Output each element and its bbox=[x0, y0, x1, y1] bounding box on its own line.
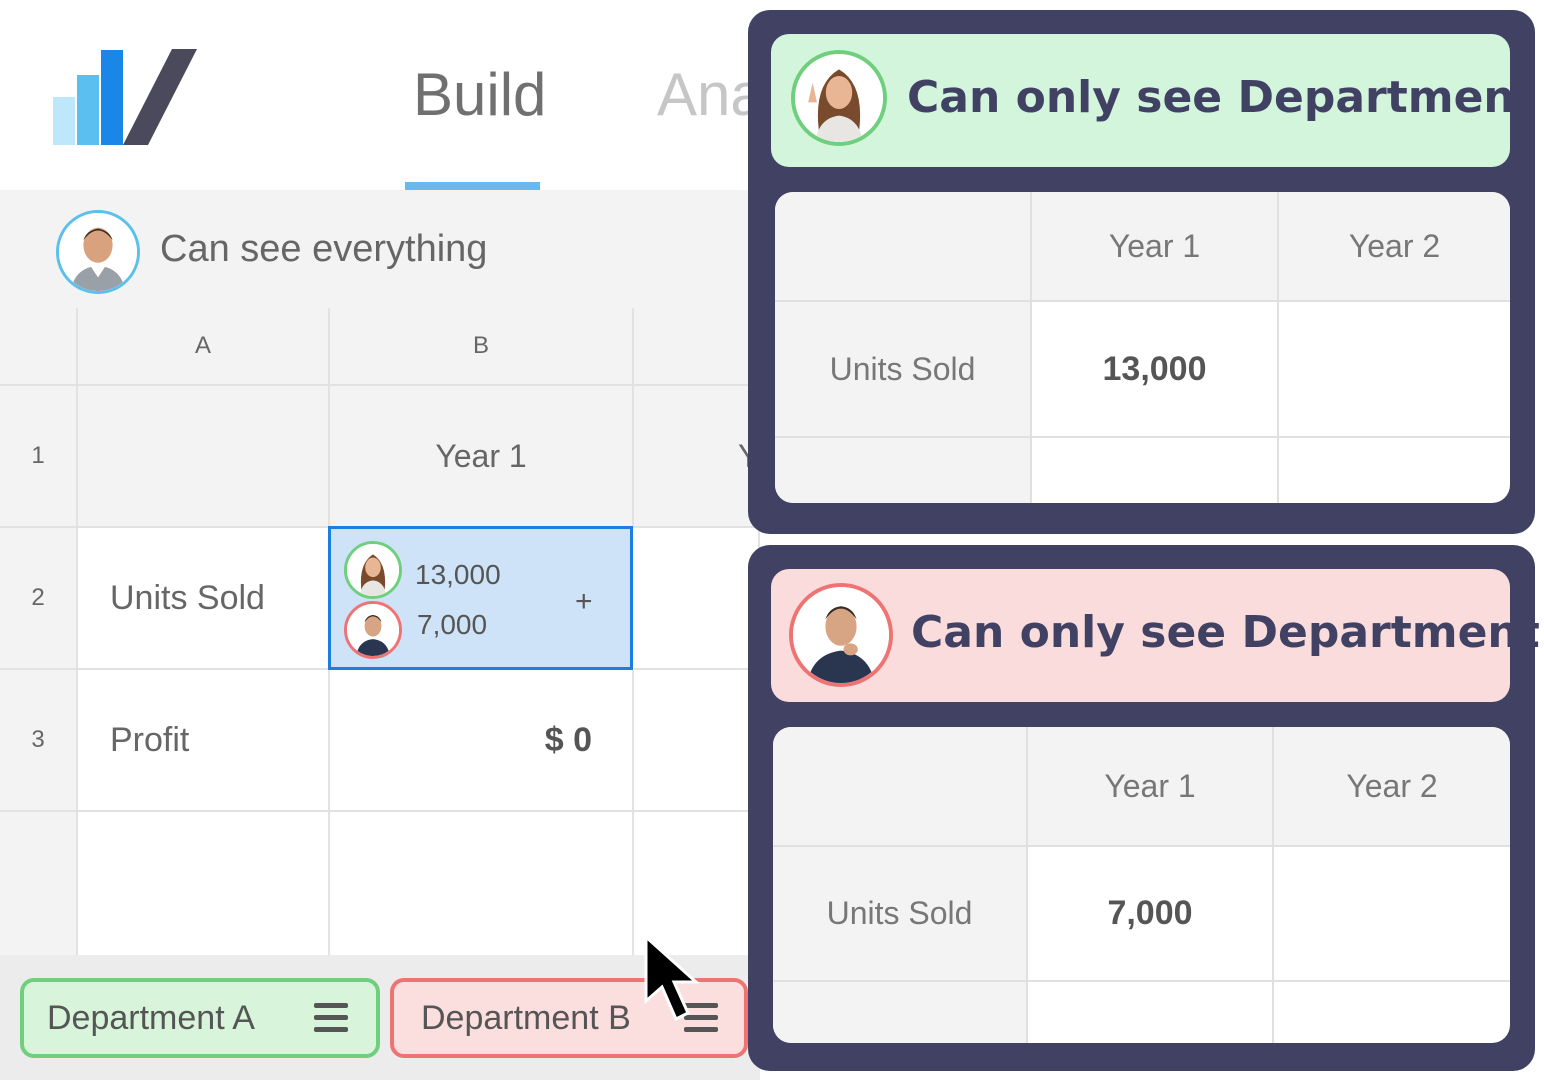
popup-title: Can only see Department A bbox=[907, 72, 1544, 123]
row-header-1[interactable]: 1 bbox=[0, 386, 78, 528]
add-split-button[interactable]: + bbox=[575, 585, 593, 619]
sheet-tab-label: Department B bbox=[421, 998, 631, 1037]
woman-avatar-icon bbox=[795, 54, 883, 142]
cell-a4[interactable] bbox=[78, 812, 330, 957]
popup-header-b: Can only see Department B bbox=[771, 569, 1544, 702]
popup-row-label: Units Sold bbox=[775, 302, 1032, 438]
sheet-tab-department-a[interactable]: Department A bbox=[20, 978, 380, 1058]
owner-permission-label: Can see everything bbox=[160, 228, 488, 270]
tab-build[interactable]: Build bbox=[413, 60, 546, 129]
cell-b3[interactable]: $ 0 bbox=[330, 670, 634, 812]
corner-cell[interactable] bbox=[0, 308, 78, 386]
popup-header-year-1: Year 1 bbox=[1032, 192, 1279, 302]
dept-b-viewer-avatar bbox=[789, 583, 893, 687]
popup-corner-cell bbox=[775, 192, 1032, 302]
app-logo[interactable] bbox=[50, 45, 200, 150]
sheet-tab-label: Department A bbox=[47, 998, 255, 1037]
cell-c3[interactable] bbox=[634, 670, 760, 812]
popup-header-year-2: Year 2 bbox=[1274, 727, 1510, 847]
popup-value-year-1: 7,000 bbox=[1028, 847, 1274, 982]
popup-empty-cell bbox=[773, 982, 1028, 1043]
dept-b-value: 7,000 bbox=[417, 609, 488, 640]
man-thinking-avatar-icon bbox=[793, 587, 889, 683]
row-header-3[interactable]: 3 bbox=[0, 670, 78, 812]
popup-value-year-1: 13,000 bbox=[1032, 302, 1279, 438]
popup-table-a: Year 1 Year 2 Units Sold 13,000 bbox=[775, 192, 1510, 503]
cell-a1[interactable] bbox=[78, 386, 330, 528]
arrow-pointer-icon bbox=[644, 933, 700, 1022]
popup-empty-cell bbox=[1274, 982, 1510, 1043]
column-header-c[interactable] bbox=[634, 308, 760, 386]
column-header-b[interactable]: B bbox=[330, 308, 634, 386]
popup-row-label: Units Sold bbox=[773, 847, 1028, 982]
row-header-4[interactable] bbox=[0, 812, 78, 957]
cell-b4[interactable] bbox=[330, 812, 634, 957]
popup-header-year-2: Year 2 bbox=[1279, 192, 1510, 302]
woman-avatar-icon bbox=[347, 544, 399, 596]
cell-a2[interactable]: Units Sold bbox=[78, 528, 330, 670]
cell-b1[interactable]: Year 1 bbox=[330, 386, 634, 528]
popup-empty-cell bbox=[775, 438, 1032, 503]
row-header-2[interactable]: 2 bbox=[0, 528, 78, 670]
popup-header-year-1: Year 1 bbox=[1028, 727, 1274, 847]
column-header-a[interactable]: A bbox=[78, 308, 330, 386]
logo-graphic bbox=[53, 49, 197, 145]
menu-icon[interactable] bbox=[314, 1003, 348, 1033]
mouse-cursor-icon bbox=[640, 933, 700, 1025]
cell-c1[interactable]: Y bbox=[634, 386, 760, 528]
department-a-view-popup: Can only see Department A Year 1 Year 2 … bbox=[748, 10, 1544, 534]
popup-empty-cell bbox=[1032, 438, 1279, 503]
popup-value-year-2 bbox=[1274, 847, 1510, 982]
dept-a-avatar bbox=[344, 541, 402, 599]
selected-cell-b2[interactable]: 13,000 7,000 + bbox=[328, 526, 633, 670]
man-avatar-icon bbox=[59, 213, 137, 291]
popup-corner-cell bbox=[773, 727, 1028, 847]
owner-avatar bbox=[56, 210, 140, 294]
department-b-view-popup: Can only see Department B Year 1 Year 2 … bbox=[748, 545, 1544, 1071]
popup-title: Can only see Department B bbox=[911, 607, 1544, 658]
popup-empty-cell bbox=[1279, 438, 1510, 503]
popup-header-a: Can only see Department A bbox=[771, 34, 1544, 167]
popup-value-year-2 bbox=[1279, 302, 1510, 438]
man-thinking-avatar-icon bbox=[347, 604, 399, 656]
cell-c2[interactable] bbox=[634, 528, 760, 670]
popup-table-b: Year 1 Year 2 Units Sold 7,000 bbox=[773, 727, 1510, 1043]
dept-a-viewer-avatar bbox=[791, 50, 887, 146]
dept-b-avatar bbox=[344, 601, 402, 659]
popup-empty-cell bbox=[1028, 982, 1274, 1043]
dept-a-value: 13,000 bbox=[415, 559, 501, 590]
cell-a3[interactable]: Profit bbox=[78, 670, 330, 812]
